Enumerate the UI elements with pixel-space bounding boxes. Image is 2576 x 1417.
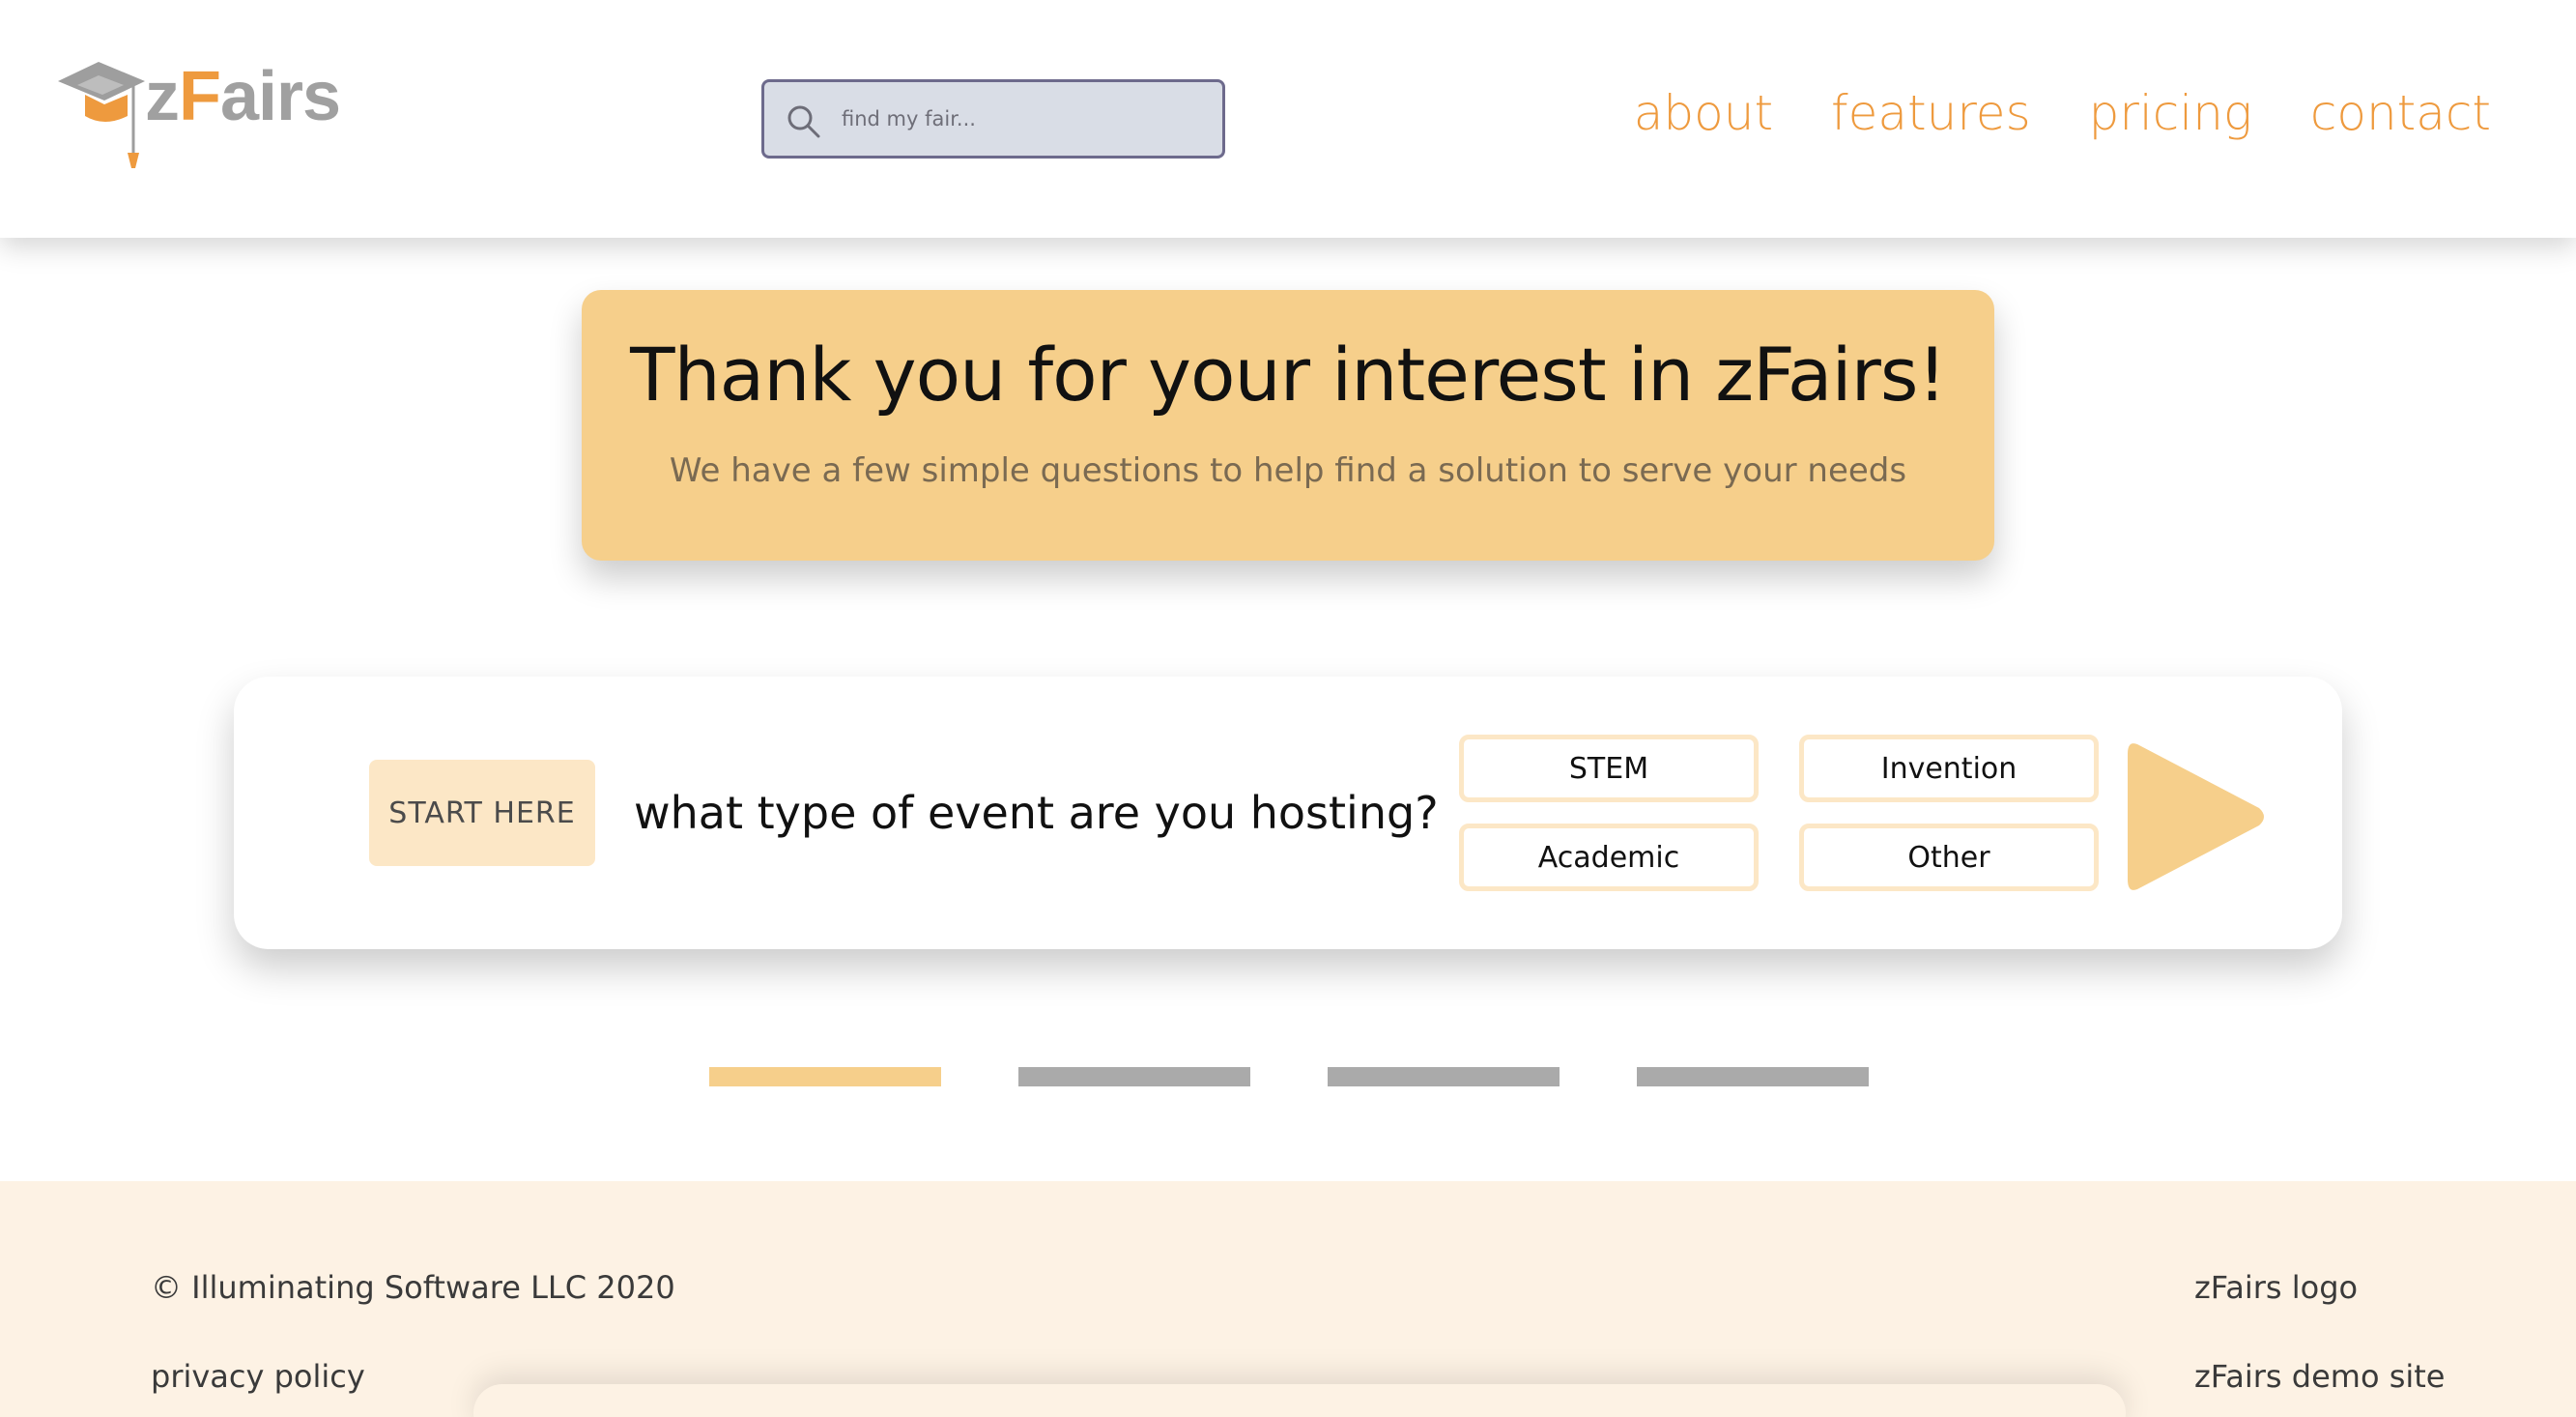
progress-step-4 <box>1637 1067 1869 1086</box>
start-here-tag: START HERE <box>369 760 595 866</box>
progress-step-2 <box>1018 1067 1250 1086</box>
copyright-text: © Illuminating Software LLC 2020 <box>151 1269 675 1306</box>
question-card: START HERE what type of event are you ho… <box>234 677 2342 949</box>
option-stem[interactable]: STEM <box>1459 735 1759 802</box>
graduation-cap-icon <box>58 62 145 168</box>
privacy-policy-link[interactable]: privacy policy <box>151 1361 365 1392</box>
search-icon <box>787 105 820 138</box>
site-header: zFairs about features pricing contact <box>0 0 2576 238</box>
option-other[interactable]: Other <box>1799 824 2099 891</box>
nav-about[interactable]: about <box>1634 89 1773 137</box>
nav-contact[interactable]: contact <box>2310 89 2491 137</box>
nav-pricing[interactable]: pricing <box>2089 89 2252 137</box>
footer-card-edge <box>473 1384 2126 1417</box>
banner-title: Thank you for your interest in zFairs! <box>630 332 1947 418</box>
main-nav: about features pricing contact <box>1634 89 2491 137</box>
fair-search-box[interactable] <box>761 79 1225 159</box>
progress-steps <box>0 1067 2576 1086</box>
zfairs-demo-site-link[interactable]: zFairs demo site <box>2194 1361 2445 1392</box>
next-step-button[interactable] <box>2124 737 2271 897</box>
progress-step-3 <box>1328 1067 1560 1086</box>
logo-wordmark: zFairs <box>145 58 341 135</box>
option-invention[interactable]: Invention <box>1799 735 2099 802</box>
nav-features[interactable]: features <box>1831 89 2031 137</box>
play-arrow-icon <box>2128 743 2264 890</box>
option-academic[interactable]: Academic <box>1459 824 1759 891</box>
zfairs-logo-link[interactable]: zFairs logo <box>2194 1272 2358 1303</box>
thank-you-banner: Thank you for your interest in zFairs! W… <box>582 290 1994 561</box>
banner-subtitle: We have a few simple questions to help f… <box>669 451 1907 490</box>
zfairs-logo[interactable]: zFairs <box>56 56 346 176</box>
progress-step-1 <box>709 1067 941 1086</box>
question-text: what type of event are you hosting? <box>634 787 1439 839</box>
search-input[interactable] <box>842 82 1209 156</box>
